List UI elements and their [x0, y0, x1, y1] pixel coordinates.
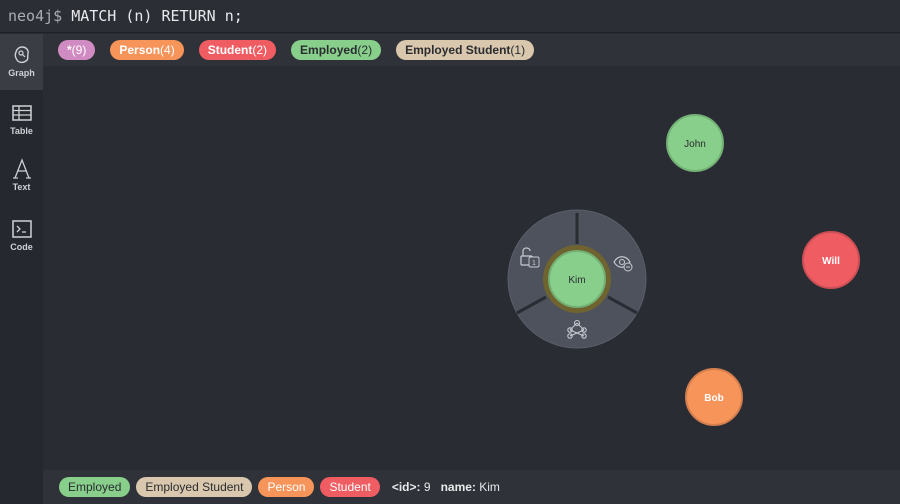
- node-label: Bob: [704, 393, 723, 404]
- table-icon: [11, 102, 32, 124]
- chip-name: Student: [207, 43, 253, 57]
- chip-count: (9): [71, 43, 87, 57]
- graph-node-bob[interactable]: Bob: [685, 368, 743, 426]
- chip-name: Person: [119, 43, 161, 57]
- node-label-chip-employed-student[interactable]: Employed Student: [136, 477, 253, 497]
- graph-node-will[interactable]: Will: [802, 231, 860, 289]
- node-label: John: [684, 139, 706, 150]
- label-chip-student[interactable]: Student (2): [198, 40, 277, 60]
- chip-count: (4): [160, 43, 175, 57]
- label-chip-employed[interactable]: Employed (2): [291, 40, 382, 60]
- sidebar-item-label: Text: [12, 182, 31, 192]
- graph-icon: [13, 44, 31, 66]
- chip-name: Employed Student: [145, 480, 244, 494]
- node-label-chip-employed[interactable]: Employed: [59, 477, 131, 497]
- label-chip-employed-student[interactable]: Employed Student (1): [396, 40, 535, 60]
- query-bar[interactable]: neo4j$ MATCH (n) RETURN n;: [0, 0, 900, 33]
- property-name: name: Kim: [441, 480, 500, 494]
- chip-name: Employed: [68, 480, 122, 494]
- view-sidebar: Graph Table Text Code: [0, 34, 43, 504]
- node-label-chip-student[interactable]: Student: [320, 477, 380, 497]
- sidebar-item-label: Code: [10, 242, 33, 252]
- property-value: 9: [423, 480, 431, 494]
- chip-name: Student: [329, 480, 371, 494]
- graph-canvas[interactable]: John Will Bob 1 Kim: [43, 66, 900, 466]
- node-label-chip-person[interactable]: Person: [258, 477, 315, 497]
- chip-name: Employed: [300, 43, 358, 57]
- code-icon: [11, 218, 32, 240]
- chip-name: Person: [267, 480, 306, 494]
- text-icon: [12, 158, 32, 180]
- property-key: <id>:: [391, 480, 421, 494]
- node-inspector-bar: Employed Employed Student Person Student…: [43, 470, 900, 504]
- labels-bar: * (9) Person (4) Student (2) Employed (2) Em…: [43, 34, 900, 66]
- chip-name: Employed Student: [405, 43, 511, 57]
- chip-count: (1): [510, 43, 526, 57]
- graph-node-kim[interactable]: Kim: [543, 245, 611, 313]
- query-prompt: neo4j$: [8, 7, 63, 25]
- node-label: Will: [822, 256, 840, 267]
- label-chip-all[interactable]: * (9): [58, 40, 96, 60]
- sidebar-item-code[interactable]: Code: [0, 208, 43, 264]
- graph-node-john[interactable]: John: [666, 114, 724, 172]
- label-chip-person[interactable]: Person (4): [110, 40, 184, 60]
- property-id: <id>: 9: [392, 480, 431, 494]
- property-key: name:: [440, 480, 476, 494]
- chip-count: (2): [252, 43, 268, 57]
- query-text[interactable]: MATCH (n) RETURN n;: [71, 7, 243, 25]
- sidebar-item-text[interactable]: Text: [0, 148, 43, 204]
- sidebar-item-label: Table: [10, 126, 33, 136]
- node-label: Kim: [568, 275, 585, 286]
- property-value: Kim: [479, 480, 500, 494]
- sidebar-item-table[interactable]: Table: [0, 92, 43, 148]
- sidebar-item-graph[interactable]: Graph: [0, 34, 43, 90]
- unlock-badge: 1: [532, 260, 536, 267]
- sidebar-item-label: Graph: [8, 68, 35, 78]
- chip-count: (2): [357, 43, 373, 57]
